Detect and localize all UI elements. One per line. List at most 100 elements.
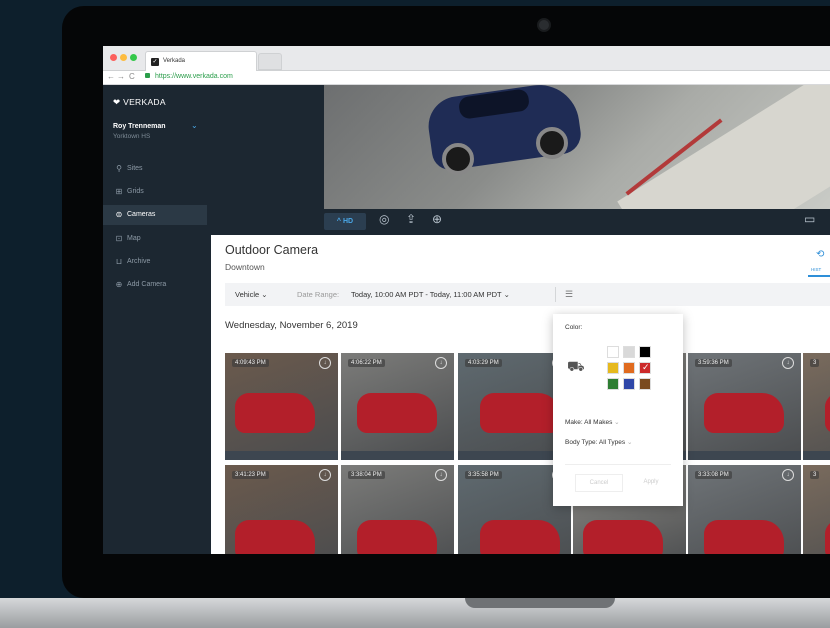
reload-icon[interactable]: C	[129, 72, 135, 81]
vehicle-thumbnail[interactable]: 3:33:08 PM ↓	[688, 465, 801, 554]
wheel	[536, 127, 568, 159]
hd-toggle-button[interactable]: ^ HD	[324, 213, 366, 230]
chevron-down-icon: ⌄	[261, 290, 268, 299]
sidebar-item-map[interactable]: ⊡ Map	[103, 229, 207, 249]
address-bar[interactable]: ← → C https://www.verkada.com	[103, 71, 830, 85]
sidebar-item-cameras[interactable]: ⊜ Cameras	[103, 205, 207, 225]
color-label: Color:	[565, 324, 583, 331]
lock-icon	[145, 73, 150, 78]
thumbnail-timeline-bar	[688, 451, 801, 460]
vehicle-thumbnail[interactable]: 3:41:23 PM ↓	[225, 465, 338, 554]
plus-circle-icon: ⊕	[115, 280, 123, 289]
thumbnail-timestamp: 3:59:36 PM	[695, 359, 732, 367]
sidebar-item-add-camera[interactable]: ⊕ Add Camera	[103, 275, 207, 295]
zoom-in-icon[interactable]: ⊕	[432, 212, 442, 226]
color-swatch[interactable]	[607, 378, 619, 390]
archive-icon: ⊔	[115, 257, 123, 266]
sidebar-item-label: Grids	[127, 188, 144, 195]
red-car-image	[357, 393, 437, 433]
divider	[555, 287, 556, 302]
color-swatch[interactable]	[623, 346, 635, 358]
fullscreen-icon[interactable]: ▭	[804, 212, 815, 226]
close-window-button[interactable]	[110, 54, 117, 61]
sidebar-item-label: Add Camera	[127, 281, 167, 288]
sidebar-item-label: Cameras	[127, 211, 156, 218]
download-icon[interactable]: ↓	[319, 469, 331, 481]
vehicle-thumbnail[interactable]: 3:59:36 PM ↓	[688, 353, 801, 460]
download-icon[interactable]: ↓	[435, 357, 447, 369]
vehicle-thumbnail[interactable]: 4:06:22 PM ↓	[341, 353, 454, 460]
sidebar-item-label: Archive	[127, 258, 151, 265]
color-swatch[interactable]	[639, 362, 651, 374]
history-icon[interactable]: ⟲	[816, 249, 824, 260]
color-swatch[interactable]	[607, 362, 619, 374]
sidebar-item-archive[interactable]: ⊔ Archive	[103, 252, 207, 272]
color-swatch[interactable]	[607, 346, 619, 358]
red-car-image	[583, 520, 663, 554]
vehicle-filter-dropdown[interactable]: Vehicle ⌄	[235, 283, 268, 306]
red-car-image	[480, 393, 560, 433]
red-car-image	[235, 393, 315, 433]
browser-tabbar: ✓ Verkada	[103, 46, 830, 71]
pin-icon: ⚲	[116, 164, 122, 173]
camera-title: Outdoor Camera	[225, 243, 319, 257]
browser-tab[interactable]: ✓ Verkada	[145, 51, 257, 71]
hd-label: HD	[342, 218, 354, 225]
apply-button[interactable]: Apply	[631, 474, 671, 490]
make-dropdown[interactable]: Make: All Makes ⌄	[565, 418, 620, 426]
browser-tab-title: Verkada	[163, 58, 186, 64]
color-swatch[interactable]	[623, 378, 635, 390]
tab-history[interactable]: HIST	[811, 267, 821, 272]
download-icon[interactable]: ↓	[782, 469, 794, 481]
new-tab-button[interactable]	[258, 53, 282, 70]
filter-settings-icon[interactable]: ☰	[565, 283, 573, 306]
chevron-down-icon: ⌄	[503, 290, 510, 299]
user-name[interactable]: Roy Trenneman	[113, 123, 166, 130]
chevron-down-icon[interactable]: ⌄	[191, 121, 198, 130]
maximize-window-button[interactable]	[130, 54, 137, 61]
brand-name: VERKADA	[123, 97, 166, 107]
divider	[565, 464, 671, 465]
sidebar-item-sites[interactable]: ⚲ Sites	[103, 159, 207, 179]
minimize-window-button[interactable]	[120, 54, 127, 61]
thumbnail-timestamp: 4:09:43 PM	[232, 359, 269, 367]
share-icon[interactable]: ⇪	[406, 212, 416, 226]
color-swatch[interactable]	[623, 362, 635, 374]
thumbnail-timeline-bar	[341, 451, 454, 460]
cancel-button[interactable]: Cancel	[575, 474, 623, 492]
red-car-image	[357, 520, 437, 554]
vehicle-thumbnail[interactable]: 3↓	[803, 465, 830, 554]
body-type-value: All Types	[598, 439, 626, 446]
download-icon[interactable]: ↓	[319, 357, 331, 369]
download-icon[interactable]: ↓	[435, 469, 447, 481]
vehicle-thumbnail[interactable]: 3:38:04 PM ↓	[341, 465, 454, 554]
vehicle-thumbnail[interactable]: 3↓	[803, 353, 830, 460]
chevron-down-icon: ⌄	[614, 419, 620, 426]
back-arrow-icon[interactable]: ←	[107, 72, 115, 81]
laptop-notch	[465, 598, 615, 608]
vehicle-thumbnail[interactable]: 4:09:43 PM ↓	[225, 353, 338, 460]
laptop-base	[0, 598, 830, 628]
red-car-image	[704, 393, 784, 433]
sidewalk	[617, 85, 830, 209]
video-player: ^ HD ◎ ⇪ ⊕ ▭	[211, 85, 830, 235]
brand-logo[interactable]: ❤ VERKADA	[113, 97, 166, 108]
download-icon[interactable]: ↓	[782, 357, 794, 369]
filter-bar: Vehicle ⌄ Date Range: Today, 10:00 AM PD…	[225, 283, 830, 306]
red-car-image	[704, 520, 784, 554]
color-swatch[interactable]	[639, 378, 651, 390]
date-range-label: Date Range:	[297, 290, 340, 299]
vehicle-filter-label: Vehicle	[235, 290, 260, 299]
camera-icon: ⊜	[115, 210, 123, 219]
body-type-dropdown[interactable]: Body Type: All Types ⌄	[565, 438, 632, 446]
sidebar-item-label: Map	[127, 235, 141, 242]
thumbnail-timestamp: 3	[810, 359, 820, 367]
color-swatch[interactable]	[639, 346, 651, 358]
video-frame[interactable]	[324, 85, 830, 209]
date-range-dropdown[interactable]: Today, 10:00 AM PDT - Today, 11:00 AM PD…	[351, 283, 510, 306]
snapshot-camera-icon[interactable]: ◎	[379, 212, 389, 226]
sidebar-item-grids[interactable]: ⊞ Grids	[103, 182, 207, 202]
forward-arrow-icon[interactable]: →	[117, 72, 125, 81]
main-content: Outdoor Camera Downtown ⟲ HIST Vehicle ⌄…	[211, 235, 830, 554]
user-org: Yorktown HS	[113, 133, 151, 140]
